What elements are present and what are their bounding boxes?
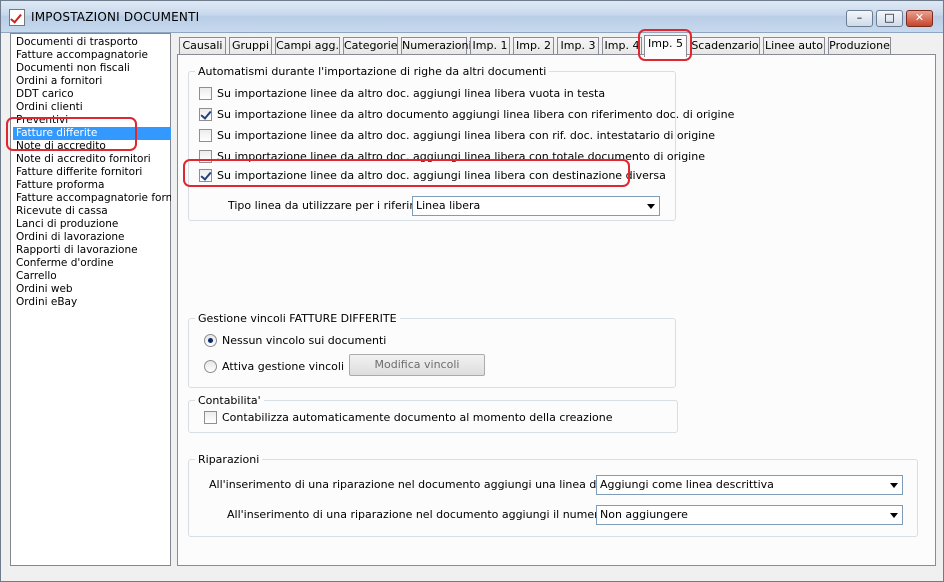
automatismi-group: Automatismi durante l'importazione di ri… [188, 66, 734, 221]
sidebar-item-fatture-accompagnatorie-fornitori[interactable]: Fatture accompagnatorie fornitori [13, 192, 171, 205]
document-type-list[interactable]: Documenti di trasporto Fatture accompagn… [10, 33, 171, 566]
sidebar-item-fatture-proforma[interactable]: Fatture proforma [13, 179, 171, 192]
tab-campi-agg[interactable]: Campi agg. [275, 37, 340, 55]
tab-panel-imp-5: Automatismi durante l'importazione di ri… [177, 54, 936, 566]
sidebar-item-fatture-differite-fornitori[interactable]: Fatture differite fornitori [13, 166, 171, 179]
radio-label: Nessun vincolo sui documenti [222, 334, 387, 347]
checkbox-linea-vuota-in-testa[interactable]: Su importazione linee da altro doc. aggi… [199, 87, 669, 102]
radio-nessun-vincolo[interactable]: Nessun vincolo sui documenti [204, 334, 504, 349]
tab-produzione[interactable]: Produzione [828, 37, 891, 55]
sidebar-item-documenti-non-fiscali[interactable]: Documenti non fiscali [13, 62, 171, 75]
riparazioni-group: Riparazioni All'inserimento di una ripar… [188, 454, 918, 537]
radio-button[interactable] [204, 334, 217, 347]
radio-attiva-gestione-vincoli[interactable]: Attiva gestione vincoli [204, 360, 354, 375]
checkbox-contabilizza-automaticamente[interactable]: Contabilizza automaticamente documento a… [204, 411, 664, 426]
sidebar-item-ordini-clienti[interactable]: Ordini clienti [13, 101, 171, 114]
sidebar-item-carrello[interactable]: Carrello [13, 270, 171, 283]
sidebar-item-preventivi[interactable]: Preventivi [13, 114, 171, 127]
sidebar-item-note-di-accredito[interactable]: Note di accredito [13, 140, 171, 153]
sidebar-item-ricevute-di-cassa[interactable]: Ricevute di cassa [13, 205, 171, 218]
contabilita-group: Contabilita' Contabilizza automaticament… [188, 395, 678, 433]
minimize-button[interactable]: – [846, 10, 873, 27]
sidebar-item-fatture-accompagnatorie[interactable]: Fatture accompagnatorie [13, 49, 171, 62]
riparazioni-riferimento-value: Aggiungi come linea descrittiva [600, 478, 774, 491]
tab-causali[interactable]: Causali [179, 37, 226, 55]
app-icon [9, 9, 25, 26]
window-title: IMPOSTAZIONI DOCUMENTI [31, 10, 200, 24]
chevron-down-icon [647, 204, 655, 209]
tipo-linea-select[interactable]: Linea libera [412, 196, 660, 216]
checkbox-box[interactable] [199, 87, 212, 100]
tab-linee-auto[interactable]: Linee auto [763, 37, 825, 55]
tipo-linea-value: Linea libera [416, 199, 481, 212]
automatismi-title: Automatismi durante l'importazione di ri… [195, 66, 550, 78]
riparazioni-matricola-value: Non aggiungere [600, 508, 688, 521]
sidebar-item-ordini-web[interactable]: Ordini web [13, 283, 171, 296]
sidebar-item-documenti-di-trasporto[interactable]: Documenti di trasporto [13, 36, 171, 49]
checkbox-label: Contabilizza automaticamente documento a… [222, 411, 613, 424]
checkbox-label: Su importazione linee da altro doc. aggi… [217, 129, 715, 142]
checkbox-label: Su importazione linee da altro doc. aggi… [217, 87, 606, 100]
checkbox-totale-documento-origine[interactable]: Su importazione linee da altro doc. aggi… [199, 150, 705, 165]
contabilita-title: Contabilita' [195, 395, 264, 407]
checkbox-label: Su importazione linee da altro doc. aggi… [217, 169, 666, 182]
tab-numerazioni[interactable]: Numerazioni [401, 37, 472, 55]
tab-gruppi[interactable]: Gruppi [229, 37, 272, 55]
radio-button[interactable] [204, 360, 217, 373]
checkbox-label: Su importazione linee da altro documento… [217, 108, 735, 121]
riparazioni-matricola-select[interactable]: Non aggiungere [596, 505, 903, 525]
tab-categorie[interactable]: Categorie [343, 37, 398, 55]
modifica-vincoli-button[interactable]: Modifica vincoli [349, 354, 485, 376]
sidebar-item-conferme-d-ordine[interactable]: Conferme d'ordine [13, 257, 171, 270]
checkbox-box[interactable] [204, 411, 217, 424]
checkbox-destinazione-diversa[interactable]: Su importazione linee da altro doc. aggi… [199, 169, 669, 184]
close-button[interactable]: ✕ [906, 10, 933, 27]
sidebar-item-ddt-carico[interactable]: DDT carico [13, 88, 171, 101]
sidebar-item-note-di-accredito-fornitori[interactable]: Note di accredito fornitori [13, 153, 171, 166]
title-bar[interactable]: IMPOSTAZIONI DOCUMENTI – □ ✕ [1, 1, 943, 33]
checkbox-box[interactable] [199, 129, 212, 142]
checkbox-box[interactable] [199, 169, 212, 182]
sidebar-item-fatture-differite[interactable]: Fatture differite [13, 127, 171, 140]
sidebar-item-ordini-a-fornitori[interactable]: Ordini a fornitori [13, 75, 171, 88]
tab-imp-4[interactable]: Imp. 4 [602, 37, 642, 55]
settings-window: IMPOSTAZIONI DOCUMENTI – □ ✕ Documenti d… [0, 0, 944, 582]
vincoli-title: Gestione vincoli FATTURE DIFFERITE [195, 313, 400, 325]
sidebar-item-lanci-di-produzione[interactable]: Lanci di produzione [13, 218, 171, 231]
tab-imp-1[interactable]: Imp. 1 [470, 37, 510, 55]
riparazioni-title: Riparazioni [195, 454, 263, 466]
maximize-button[interactable]: □ [876, 10, 903, 27]
chevron-down-icon [890, 513, 898, 518]
sidebar-item-ordini-di-lavorazione[interactable]: Ordini di lavorazione [13, 231, 171, 244]
tab-imp-3[interactable]: Imp. 3 [557, 37, 599, 55]
checkbox-label: Su importazione linee da altro doc. aggi… [217, 150, 705, 163]
tab-imp-5[interactable]: Imp. 5 [644, 35, 687, 57]
tab-imp-2[interactable]: Imp. 2 [513, 37, 554, 55]
sidebar-item-ordini-ebay[interactable]: Ordini eBay [13, 296, 171, 309]
riparazioni-riferimento-select[interactable]: Aggiungi come linea descrittiva [596, 475, 903, 495]
vincoli-group: Gestione vincoli FATTURE DIFFERITE Nessu… [188, 313, 676, 388]
chevron-down-icon [890, 483, 898, 488]
checkbox-box[interactable] [199, 150, 212, 163]
tab-scadenzario[interactable]: Scadenzario [690, 37, 760, 55]
settings-tabs: Causali Gruppi Campi agg. Categorie Nume… [179, 35, 939, 57]
checkbox-riferimento-doc-origine[interactable]: Su importazione linee da altro documento… [199, 108, 734, 123]
sidebar-item-rapporti-di-lavorazione[interactable]: Rapporti di lavorazione [13, 244, 171, 257]
checkbox-box[interactable] [199, 108, 212, 121]
radio-label: Attiva gestione vincoli [222, 360, 345, 373]
checkbox-rif-doc-intestatario[interactable]: Su importazione linee da altro doc. aggi… [199, 129, 715, 144]
